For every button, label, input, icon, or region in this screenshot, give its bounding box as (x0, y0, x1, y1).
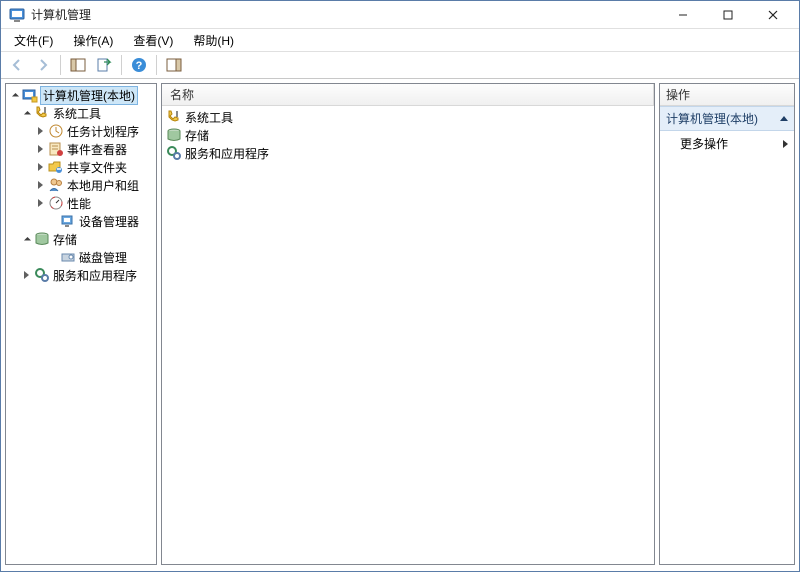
tree-label: 事件查看器 (67, 141, 127, 158)
shared-folders-icon (48, 159, 64, 175)
system-tools-icon (166, 109, 182, 125)
tree-label: 共享文件夹 (67, 159, 127, 176)
actions-more-label: 更多操作 (680, 135, 728, 152)
tree-toggle[interactable] (8, 89, 20, 101)
toolbar-separator (60, 55, 61, 75)
tree-services-apps[interactable]: 服务和应用程序 (6, 266, 156, 284)
show-tree-button[interactable] (66, 53, 90, 77)
console-tree: 计算机管理(本地) 系统工具 任务计划程序 (6, 84, 156, 286)
minimize-icon (678, 10, 688, 20)
back-button[interactable] (5, 53, 29, 77)
performance-icon (48, 195, 64, 211)
chevron-right-icon (783, 140, 788, 148)
tree-toggle[interactable] (20, 107, 32, 119)
tree-local-users[interactable]: 本地用户和组 (6, 176, 156, 194)
show-tree-icon (70, 57, 86, 73)
tree-toggle[interactable] (34, 143, 46, 155)
tree-toggle[interactable] (34, 125, 46, 137)
tree-spacer (46, 215, 58, 227)
app-icon (9, 7, 25, 23)
svg-text:?: ? (136, 60, 143, 72)
list-label: 服务和应用程序 (185, 145, 269, 162)
arrow-left-icon (9, 57, 25, 73)
close-button[interactable] (750, 1, 795, 29)
actions-more[interactable]: 更多操作 (660, 131, 794, 156)
menu-file[interactable]: 文件(F) (5, 30, 62, 51)
tree-label: 设备管理器 (79, 213, 139, 230)
list-label: 系统工具 (185, 109, 233, 126)
tree-storage[interactable]: 存储 (6, 230, 156, 248)
menu-view[interactable]: 查看(V) (124, 30, 182, 51)
tree-label: 服务和应用程序 (53, 267, 137, 284)
close-icon (768, 10, 778, 20)
toolbar-separator (121, 55, 122, 75)
minimize-button[interactable] (660, 1, 705, 29)
column-name[interactable]: 名称 (162, 84, 654, 105)
tree-root[interactable]: 计算机管理(本地) (6, 86, 156, 104)
actions-pane: 操作 计算机管理(本地) 更多操作 (659, 83, 795, 565)
toolbar-separator (156, 55, 157, 75)
actions-group-label: 计算机管理(本地) (666, 110, 758, 127)
menu-help[interactable]: 帮助(H) (184, 30, 243, 51)
tree-disk-mgmt[interactable]: 磁盘管理 (6, 248, 156, 266)
event-viewer-icon (48, 141, 64, 157)
list-body: 系统工具 存储 服务和应用程序 (162, 106, 654, 164)
menubar: 文件(F) 操作(A) 查看(V) 帮助(H) (1, 29, 799, 51)
tree-device-manager[interactable]: 设备管理器 (6, 212, 156, 230)
toolbar: ? (1, 51, 799, 79)
tree-label: 存储 (53, 231, 77, 248)
tree-toggle[interactable] (34, 161, 46, 173)
task-scheduler-icon (48, 123, 64, 139)
tree-label: 本地用户和组 (67, 177, 139, 194)
tree-label: 系统工具 (53, 105, 101, 122)
tree-toggle[interactable] (34, 179, 46, 191)
tree-label: 性能 (67, 195, 91, 212)
result-pane: 名称 系统工具 存储 服务和应用程序 (161, 83, 655, 565)
tree-label-root: 计算机管理(本地) (41, 87, 137, 104)
tree-label: 磁盘管理 (79, 249, 127, 266)
action-pane-icon (166, 57, 182, 73)
console-tree-pane: 计算机管理(本地) 系统工具 任务计划程序 (5, 83, 157, 565)
tree-shared-folders[interactable]: 共享文件夹 (6, 158, 156, 176)
list-item-system-tools[interactable]: 系统工具 (162, 108, 654, 126)
tree-system-tools[interactable]: 系统工具 (6, 104, 156, 122)
export-icon (96, 57, 112, 73)
forward-button[interactable] (31, 53, 55, 77)
list-label: 存储 (185, 127, 209, 144)
mmc-body: 计算机管理(本地) 系统工具 任务计划程序 (1, 79, 799, 569)
arrow-right-icon (35, 57, 51, 73)
system-tools-icon (34, 105, 50, 121)
help-button[interactable]: ? (127, 53, 151, 77)
titlebar: 计算机管理 (1, 1, 799, 29)
action-pane-button[interactable] (162, 53, 186, 77)
menu-action[interactable]: 操作(A) (64, 30, 122, 51)
maximize-icon (723, 10, 733, 20)
disk-mgmt-icon (60, 249, 76, 265)
actions-header: 操作 (660, 84, 794, 106)
list-item-services-apps[interactable]: 服务和应用程序 (162, 144, 654, 162)
services-apps-icon (166, 145, 182, 161)
storage-icon (34, 231, 50, 247)
list-item-storage[interactable]: 存储 (162, 126, 654, 144)
list-header: 名称 (162, 84, 654, 106)
storage-icon (166, 127, 182, 143)
services-apps-icon (34, 267, 50, 283)
computer-management-icon (22, 87, 38, 103)
tree-performance[interactable]: 性能 (6, 194, 156, 212)
tree-task-scheduler[interactable]: 任务计划程序 (6, 122, 156, 140)
tree-toggle[interactable] (20, 269, 32, 281)
tree-label: 任务计划程序 (67, 123, 139, 140)
export-button[interactable] (92, 53, 116, 77)
tree-event-viewer[interactable]: 事件查看器 (6, 140, 156, 158)
device-manager-icon (60, 213, 76, 229)
maximize-button[interactable] (705, 1, 750, 29)
tree-toggle[interactable] (20, 233, 32, 245)
chevron-up-icon (780, 116, 788, 121)
actions-group-header[interactable]: 计算机管理(本地) (660, 106, 794, 131)
help-icon: ? (131, 57, 147, 73)
window-title: 计算机管理 (31, 6, 660, 23)
tree-spacer (46, 251, 58, 263)
tree-toggle[interactable] (34, 197, 46, 209)
local-users-icon (48, 177, 64, 193)
